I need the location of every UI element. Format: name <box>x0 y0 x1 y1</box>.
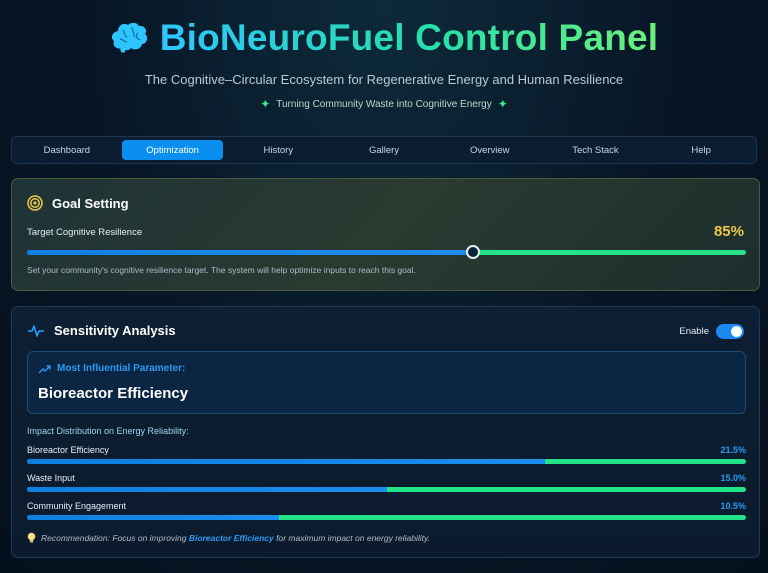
slider-thumb[interactable] <box>465 245 480 259</box>
resilience-slider[interactable] <box>27 245 746 259</box>
impact-bar-track <box>27 487 746 492</box>
sparkle-icon: ✦ <box>260 97 271 111</box>
recommendation-highlight: Bioreactor Efficiency <box>188 533 274 543</box>
recommendation: Recommendation: Focus on improving Biore… <box>27 532 430 544</box>
tab-gallery[interactable]: Gallery <box>333 140 435 160</box>
enable-label: Enable <box>679 326 709 337</box>
impact-bar-row: Waste Input 15.0% <box>27 473 746 499</box>
recommendation-prefix: Recommendation: Focus on improving <box>41 533 187 543</box>
tab-dashboard[interactable]: Dashboard <box>16 140 118 160</box>
tab-optimization[interactable]: Optimization <box>121 140 224 160</box>
influential-label: Most Influential Parameter: <box>57 363 186 374</box>
impact-bar-value: 10.5% <box>720 501 746 511</box>
page-subtitle: The Cognitive–Circular Ecosystem for Reg… <box>144 72 624 87</box>
header: BioNeuroFuel Control Panel The Cognitive… <box>0 0 768 111</box>
target-value: 85% <box>713 223 744 240</box>
toggle-knob <box>731 326 742 337</box>
page-title: BioNeuroFuel Control Panel <box>159 17 659 58</box>
impact-title: Impact Distribution on Energy Reliabilit… <box>27 426 189 436</box>
activity-icon <box>28 324 44 337</box>
sparkle-icon: ✦ <box>497 97 508 111</box>
impact-bar-fill <box>27 487 387 492</box>
impact-bar-track <box>27 515 746 520</box>
sensitivity-analysis-card: Sensitivity Analysis Enable Most Influen… <box>11 306 760 558</box>
tab-tech-stack[interactable]: Tech Stack <box>545 140 647 160</box>
tagline: ✦ Turning Community Waste into Cognitive… <box>0 97 768 111</box>
tab-history[interactable]: History <box>227 140 329 160</box>
target-label: Target Cognitive Resilience <box>27 227 143 238</box>
impact-bar-value: 21.5% <box>720 445 746 455</box>
impact-bar-label: Bioreactor Efficiency <box>27 445 109 455</box>
tab-overview[interactable]: Overview <box>439 140 541 160</box>
tagline-text: Turning Community Waste into Cognitive E… <box>276 98 492 110</box>
impact-bar-label: Community Engagement <box>27 501 127 511</box>
impact-bar-row: Bioreactor Efficiency 21.5% <box>27 445 746 471</box>
recommendation-suffix: for maximum impact on energy reliability… <box>276 533 430 543</box>
tab-help[interactable]: Help <box>650 140 752 160</box>
enable-toggle[interactable] <box>716 324 744 339</box>
impact-bar-value: 15.0% <box>720 473 746 483</box>
slider-fill <box>27 250 473 255</box>
goal-setting-title: Goal Setting <box>52 195 129 211</box>
impact-bar-label: Waste Input <box>27 473 75 483</box>
sensitivity-title: Sensitivity Analysis <box>54 323 176 338</box>
impact-bar-fill <box>27 515 279 520</box>
target-icon <box>27 195 43 211</box>
trending-up-icon <box>38 364 51 373</box>
impact-bar-track <box>27 459 746 464</box>
goal-setting-card: Goal Setting Target Cognitive Resilience… <box>11 178 760 291</box>
brain-icon <box>111 22 147 53</box>
tab-bar: Dashboard Optimization History Gallery O… <box>11 136 757 164</box>
influential-value: Bioreactor Efficiency <box>38 385 189 402</box>
impact-bar-fill <box>27 459 545 464</box>
goal-description: Set your community's cognitive resilienc… <box>27 265 416 275</box>
influential-parameter-box: Most Influential Parameter: Bioreactor E… <box>27 351 746 414</box>
lightbulb-icon <box>27 532 36 543</box>
enable-toggle-group: Enable <box>679 324 744 339</box>
impact-bar-row: Community Engagement 10.5% <box>27 501 746 527</box>
